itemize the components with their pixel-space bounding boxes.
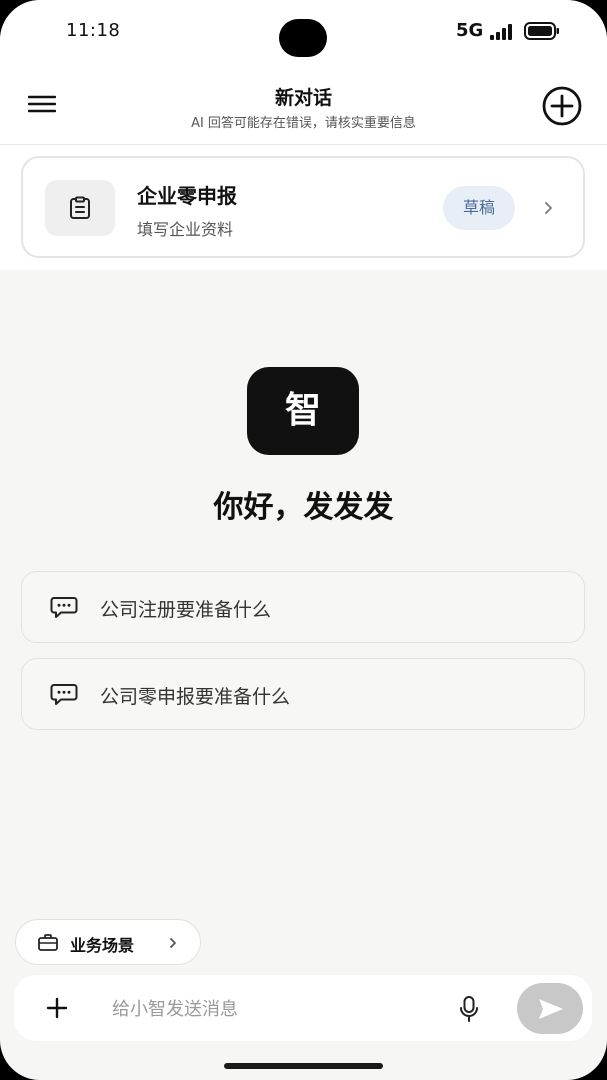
chevron-right-icon <box>545 202 552 214</box>
status-badge: 草稿 <box>443 186 515 230</box>
send-icon <box>539 999 563 1019</box>
microphone-icon[interactable] <box>458 995 480 1023</box>
phone-screen: 11:18 5G 新对话 AI 回答可能存在错误，请核实重要信息 企业零申报 填… <box>0 0 607 1080</box>
chat-header: 新对话 AI 回答可能存在错误，请核实重要信息 <box>0 70 607 145</box>
message-composer <box>14 975 592 1041</box>
assistant-logo: 智 <box>247 367 359 455</box>
disclaimer-text: AI 回答可能存在错误，请核实重要信息 <box>191 116 416 131</box>
task-subtitle: 填写企业资料 <box>137 220 234 239</box>
chat-bubble-icon <box>50 684 78 705</box>
chevron-right-icon <box>170 938 176 948</box>
status-bar: 11:18 5G <box>0 0 607 60</box>
plus-icon[interactable] <box>44 995 70 1021</box>
battery-icon <box>524 22 559 40</box>
business-scene-label: 业务场景 <box>70 936 135 955</box>
task-card[interactable]: 企业零申报 填写企业资料 草稿 <box>21 156 585 258</box>
task-title: 企业零申报 <box>137 184 237 208</box>
suggestion-chip[interactable]: 公司零申报要准备什么 <box>21 658 585 730</box>
message-input[interactable] <box>110 992 434 1026</box>
suggestion-text: 公司注册要准备什么 <box>100 599 272 621</box>
network-type: 5G <box>456 20 484 41</box>
suggestion-chip[interactable]: 公司注册要准备什么 <box>21 571 585 643</box>
briefcase-icon <box>38 934 58 951</box>
status-time: 11:18 <box>66 20 121 41</box>
chat-bubble-icon <box>50 597 78 618</box>
signal-icon <box>490 24 512 40</box>
clipboard-icon <box>70 196 90 219</box>
home-indicator <box>224 1063 383 1069</box>
task-icon-box <box>45 180 115 236</box>
business-scene-button[interactable]: 业务场景 <box>15 919 201 965</box>
suggestion-text: 公司零申报要准备什么 <box>100 686 291 708</box>
dynamic-island <box>279 19 327 57</box>
page-title: 新对话 <box>274 87 332 109</box>
greeting-text: 你好，发发发 <box>213 490 394 525</box>
send-button[interactable] <box>517 983 583 1034</box>
new-chat-plus-icon[interactable] <box>540 84 584 128</box>
